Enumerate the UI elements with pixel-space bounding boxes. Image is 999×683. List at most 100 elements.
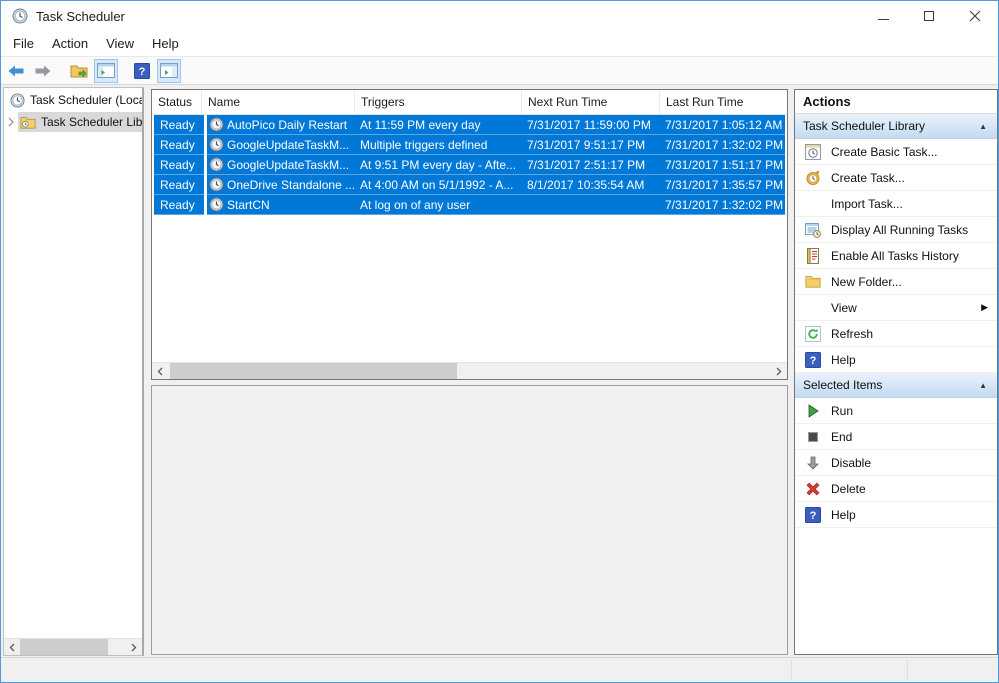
column-header-next-run-time[interactable]: Next Run Time [522,90,660,114]
task-last-run-time: 7/31/2017 1:05:12 AM [665,115,785,135]
tree-selected-highlight: Task Scheduler Library [18,112,142,132]
scroll-right-icon[interactable] [126,639,142,655]
action-view[interactable]: View ▶ [795,295,997,321]
section-header-label: Selected Items [803,378,882,392]
action-display-all-running-tasks[interactable]: Display All Running Tasks [795,217,997,243]
task-status: Ready [154,155,204,175]
task-list-pane: Status Name Triggers Next Run Time Last … [151,89,788,380]
expand-chevron-icon[interactable] [4,117,18,127]
task-triggers: At 9:51 PM every day - Afte... [360,155,524,175]
refresh-icon [805,326,821,342]
task-row[interactable]: Ready GoogleUpdateTaskM... Multiple trig… [152,135,787,155]
no-icon [805,196,821,212]
column-header-name[interactable]: Name [202,90,355,114]
section-header-task-scheduler-library[interactable]: Task Scheduler Library ▲ [795,114,997,139]
column-header-last-run-time[interactable]: Last Run Time [660,90,787,114]
action-end[interactable]: End [795,424,997,450]
statusbar [1,657,998,682]
collapse-arrow-icon[interactable]: ▲ [979,381,987,390]
action-run[interactable]: Run [795,398,997,424]
menu-file[interactable]: File [4,32,43,55]
export-folder-icon [70,63,88,78]
menu-action[interactable]: Action [43,32,97,55]
task-scheduler-clock-icon [10,93,25,108]
maximize-button[interactable] [906,1,952,31]
list-horizontal-scrollbar[interactable] [152,362,787,379]
action-new-folder[interactable]: New Folder... [795,269,997,295]
submenu-arrow-icon: ▶ [981,302,988,313]
task-status: Ready [154,115,204,135]
task-status: Ready [154,135,204,155]
task-row[interactable]: Ready AutoPico Daily Restart At 11:59 PM… [152,115,787,135]
create-basic-task-icon [805,144,821,160]
task-next-run-time: 7/31/2017 11:59:00 PM [527,115,662,135]
action-enable-all-tasks-history[interactable]: Enable All Tasks History [795,243,997,269]
section-header-selected-items[interactable]: Selected Items ▲ [795,373,997,398]
back-button[interactable] [4,59,28,83]
task-row[interactable]: Ready StartCN At log on of any user 7/31… [152,195,787,215]
statusbar-divider [907,660,908,680]
tree-item-label: Task Scheduler Library [41,115,142,129]
tree-item-task-scheduler-library[interactable]: Task Scheduler Library [4,112,142,132]
tasks-history-icon [805,248,821,264]
scrollbar-thumb[interactable] [170,363,457,379]
actions-pane: Actions Task Scheduler Library ▲ Create … [794,89,998,655]
task-clock-icon [209,197,224,212]
action-create-basic-task[interactable]: Create Basic Task... [795,139,997,165]
scrollbar-thumb[interactable] [20,639,108,655]
action-refresh[interactable]: Refresh [795,321,997,347]
forward-button[interactable] [31,59,55,83]
task-next-run-time: 7/31/2017 2:51:17 PM [527,155,662,175]
menu-help[interactable]: Help [143,32,188,55]
task-row[interactable]: Ready GoogleUpdateTaskM... At 9:51 PM ev… [152,155,787,175]
close-button[interactable] [952,1,998,31]
tree-item-task-scheduler-local[interactable]: Task Scheduler (Local) [4,90,142,110]
column-header-status[interactable]: Status [152,90,202,114]
workspace: Task Scheduler (Local) Task Scheduler Li… [1,85,998,657]
show-hide-console-tree-button[interactable] [94,59,118,83]
task-triggers: At 11:59 PM every day [360,115,524,135]
actions-pane-title: Actions [795,90,997,114]
svg-text:?: ? [810,510,817,522]
menubar: File Action View Help [1,31,998,57]
action-import-task[interactable]: Import Task... [795,191,997,217]
action-label: Create Task... [831,171,905,185]
help-icon: ? [805,507,821,523]
collapse-arrow-icon[interactable]: ▲ [979,122,987,131]
help-icon: ? [805,352,821,368]
menu-view[interactable]: View [97,32,143,55]
scroll-right-icon[interactable] [771,363,787,379]
action-label: Create Basic Task... [831,145,938,159]
minimize-button[interactable] [860,1,906,31]
action-help[interactable]: ? Help [795,347,997,373]
action-label: View [831,301,857,315]
action-disable[interactable]: Disable [795,450,997,476]
svg-text:?: ? [810,355,817,367]
action-label: Display All Running Tasks [831,223,968,237]
action-delete[interactable]: Delete [795,476,997,502]
window-title: Task Scheduler [36,9,125,24]
console-tree-pane: Task Scheduler (Local) Task Scheduler Li… [3,87,144,656]
task-name: GoogleUpdateTaskM... [227,135,357,155]
list-header: Status Name Triggers Next Run Time Last … [152,90,787,115]
export-list-button[interactable] [67,59,91,83]
help-button[interactable]: ? [130,59,154,83]
show-hide-action-pane-button[interactable] [157,59,181,83]
task-clock-icon [209,117,224,132]
action-label: Run [831,404,853,418]
scroll-left-icon[interactable] [152,363,168,379]
display-running-tasks-icon [805,222,821,238]
library-folder-icon [20,115,36,129]
column-header-triggers[interactable]: Triggers [355,90,522,114]
action-label: End [831,430,852,444]
scroll-left-icon[interactable] [4,639,20,655]
action-help-selected[interactable]: ? Help [795,502,997,528]
task-triggers: At log on of any user [360,195,524,215]
maximize-icon [924,11,934,21]
action-label: Delete [831,482,866,496]
action-create-task[interactable]: Create Task... [795,165,997,191]
task-scheduler-clock-icon [12,8,28,24]
task-row[interactable]: Ready OneDrive Standalone ... At 4:00 AM… [152,175,787,195]
task-name: OneDrive Standalone ... [227,175,357,195]
tree-horizontal-scrollbar[interactable] [4,638,142,655]
